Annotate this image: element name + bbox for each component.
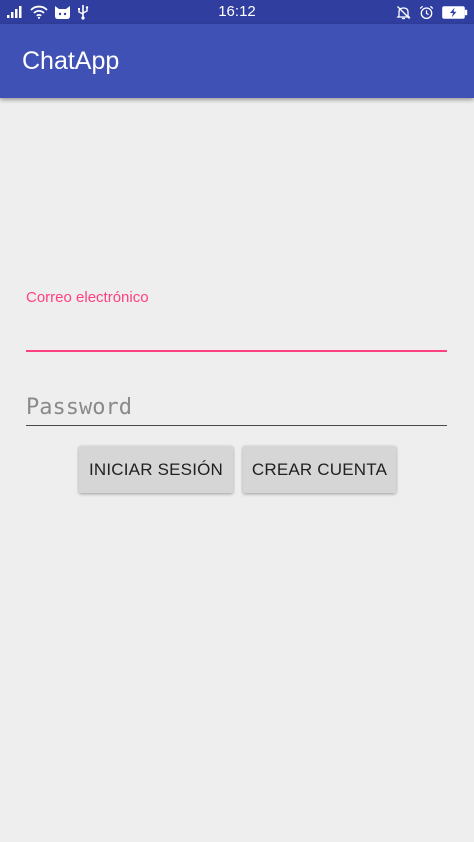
battery-charging-icon (442, 5, 468, 19)
status-bar: 16:12 (0, 0, 474, 24)
email-field[interactable] (26, 316, 447, 352)
bell-off-icon (396, 5, 411, 20)
status-icons-right (396, 3, 468, 21)
create-account-button[interactable]: CREAR CUENTA (243, 446, 396, 493)
password-field[interactable] (26, 390, 447, 426)
login-button[interactable]: INICIAR SESIÓN (79, 446, 233, 493)
alarm-icon (419, 5, 434, 20)
app-bar: ChatApp (0, 24, 474, 98)
app-title: ChatApp (22, 47, 120, 75)
email-label: Correo electrónico (26, 289, 149, 306)
